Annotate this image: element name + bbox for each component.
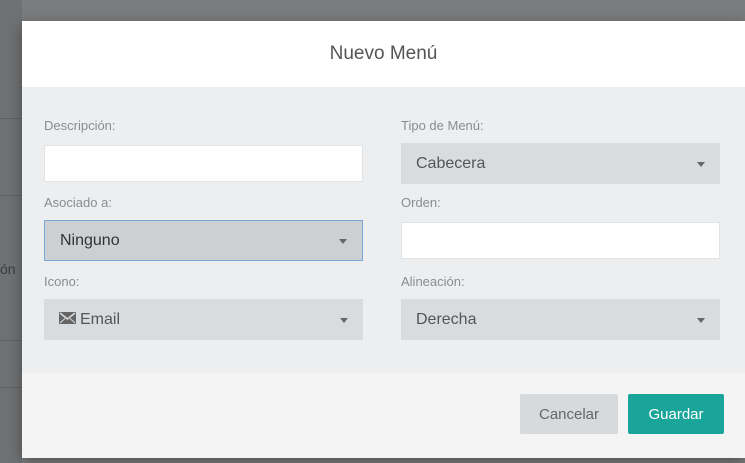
orden-input[interactable] — [401, 222, 720, 259]
cancel-button[interactable]: Cancelar — [520, 394, 618, 434]
chevron-down-icon — [339, 238, 347, 244]
orden-label: Orden: — [401, 195, 441, 210]
alineacion-label: Alineación: — [401, 274, 465, 289]
tipo-menu-label: Tipo de Menú: — [401, 118, 484, 133]
descripcion-label: Descripción: — [44, 118, 116, 133]
icono-select[interactable]: Email — [44, 299, 363, 340]
asociado-label: Asociado a: — [44, 195, 112, 210]
modal-header: Nuevo Menú — [22, 21, 745, 87]
icono-value: Email — [80, 310, 121, 328]
tipo-menu-value: Cabecera — [416, 154, 486, 172]
modal-title: Nuevo Menú — [329, 43, 438, 64]
nuevo-menu-dialog: Nuevo Menú Descripción: Tipo de Menú: Ca… — [22, 21, 745, 458]
envelope-icon — [59, 311, 76, 329]
backdrop-text: ón — [0, 261, 16, 277]
descripcion-input[interactable] — [44, 145, 363, 182]
chevron-down-icon — [340, 317, 348, 323]
alineacion-select[interactable]: Derecha — [401, 299, 720, 340]
chevron-down-icon — [697, 317, 705, 323]
backdrop: ón — [0, 0, 22, 463]
alineacion-value: Derecha — [416, 310, 477, 328]
tipo-menu-select[interactable]: Cabecera — [401, 143, 720, 184]
icono-label: Icono: — [44, 274, 80, 289]
save-button[interactable]: Guardar — [628, 394, 724, 434]
asociado-select[interactable]: Ninguno — [44, 220, 363, 261]
chevron-down-icon — [697, 161, 705, 167]
modal-body: Descripción: Tipo de Menú: Cabecera Asoc… — [22, 87, 745, 373]
asociado-value: Ninguno — [60, 231, 120, 249]
